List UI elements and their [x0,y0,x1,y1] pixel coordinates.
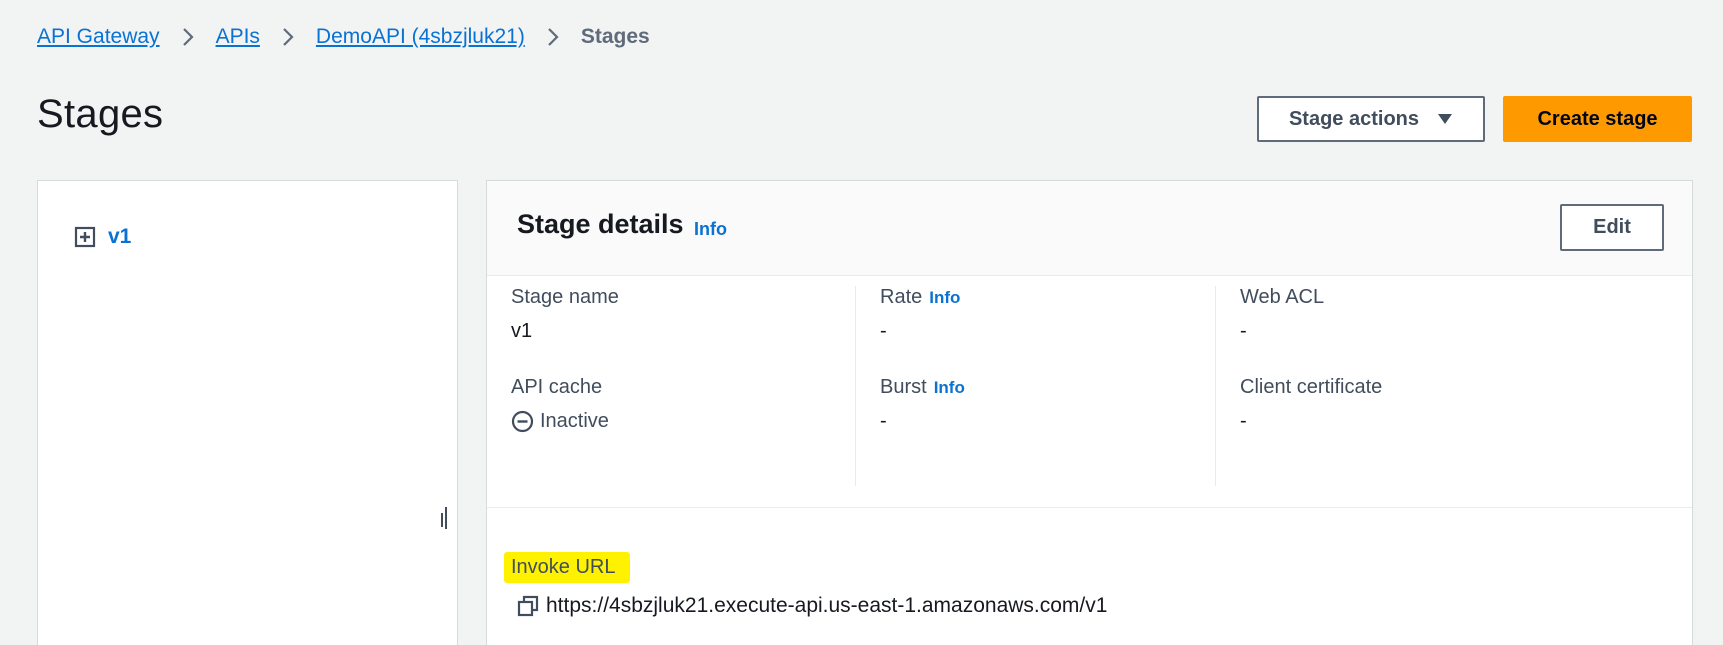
tree-item-v1[interactable]: v1 [74,225,131,249]
page-title: Stages [37,92,164,136]
breadcrumb-api-gateway[interactable]: API Gateway [37,25,160,49]
web-acl-value: - [1240,320,1247,342]
burst-label: Burst [880,376,927,398]
stages-tree-panel: v1 [37,180,458,645]
api-cache-value: Inactive [540,410,609,432]
breadcrumb-apis[interactable]: APIs [216,25,260,49]
rate-value: - [880,320,887,342]
chevron-right-icon [282,27,294,47]
client-certificate-value: - [1240,410,1247,432]
api-cache-status: Inactive [511,410,609,433]
create-stage-label: Create stage [1537,107,1658,130]
client-certificate-field: Client certificate - [1240,376,1382,433]
stage-details-title: Stage details [517,209,684,239]
edit-button[interactable]: Edit [1560,204,1664,251]
chevron-right-icon [182,27,194,47]
web-acl-label: Web ACL [1240,286,1325,308]
copy-icon[interactable] [517,595,539,617]
burst-field: Burst Info - [880,376,965,433]
stage-details-info-link[interactable]: Info [694,219,727,240]
rate-field: Rate Info - [880,286,960,343]
stage-actions-button[interactable]: Stage actions [1257,96,1485,142]
stage-name-field: Stage name v1 [511,286,619,343]
edit-label: Edit [1593,216,1631,238]
client-certificate-label: Client certificate [1240,376,1383,398]
section-divider [487,507,1692,508]
tree-item-label: v1 [108,225,132,248]
create-stage-button[interactable]: Create stage [1503,96,1692,142]
breadcrumb: API Gateway APIs DemoAPI (4sbzjluk21) St… [37,22,650,52]
caret-down-icon [1437,113,1453,125]
details-column-3: Web ACL - Client certificate - [1215,286,1611,486]
breadcrumb-current: Stages [580,25,650,48]
rate-info-link[interactable]: Info [929,288,960,308]
burst-value: - [880,410,887,432]
chevron-right-icon [547,27,559,47]
stage-name-value: v1 [511,320,533,342]
stage-details-header: Stage details Info Edit [487,181,1692,276]
rate-label-group: Rate Info [880,286,960,309]
inactive-status-icon [511,410,534,433]
panel-resize-handle[interactable] [441,507,451,531]
details-column-2: Rate Info - Burst Info - [855,286,1251,486]
web-acl-field: Web ACL - [1240,286,1324,343]
api-cache-field: API cache Inactive [511,376,609,433]
invoke-url-row: https://4sbzjluk21.execute-api.us-east-1… [517,594,1107,618]
stage-details-panel: Stage details Info Edit Stage name v1 AP… [486,180,1693,645]
stage-details-grid: Stage name v1 API cache Inactive Rate In… [487,286,1692,486]
invoke-url-value: https://4sbzjluk21.execute-api.us-east-1… [546,594,1108,617]
rate-label: Rate [880,286,923,308]
burst-info-link[interactable]: Info [934,378,965,398]
invoke-url-label: Invoke URL [504,552,630,583]
stage-name-label: Stage name [511,286,619,308]
burst-label-group: Burst Info [880,376,965,399]
api-cache-label: API cache [511,376,603,398]
breadcrumb-demoapi[interactable]: DemoAPI (4sbzjluk21) [316,25,525,49]
details-column-1: Stage name v1 API cache Inactive [487,286,883,486]
stage-actions-label: Stage actions [1288,107,1420,130]
expand-plus-icon[interactable] [74,226,96,248]
